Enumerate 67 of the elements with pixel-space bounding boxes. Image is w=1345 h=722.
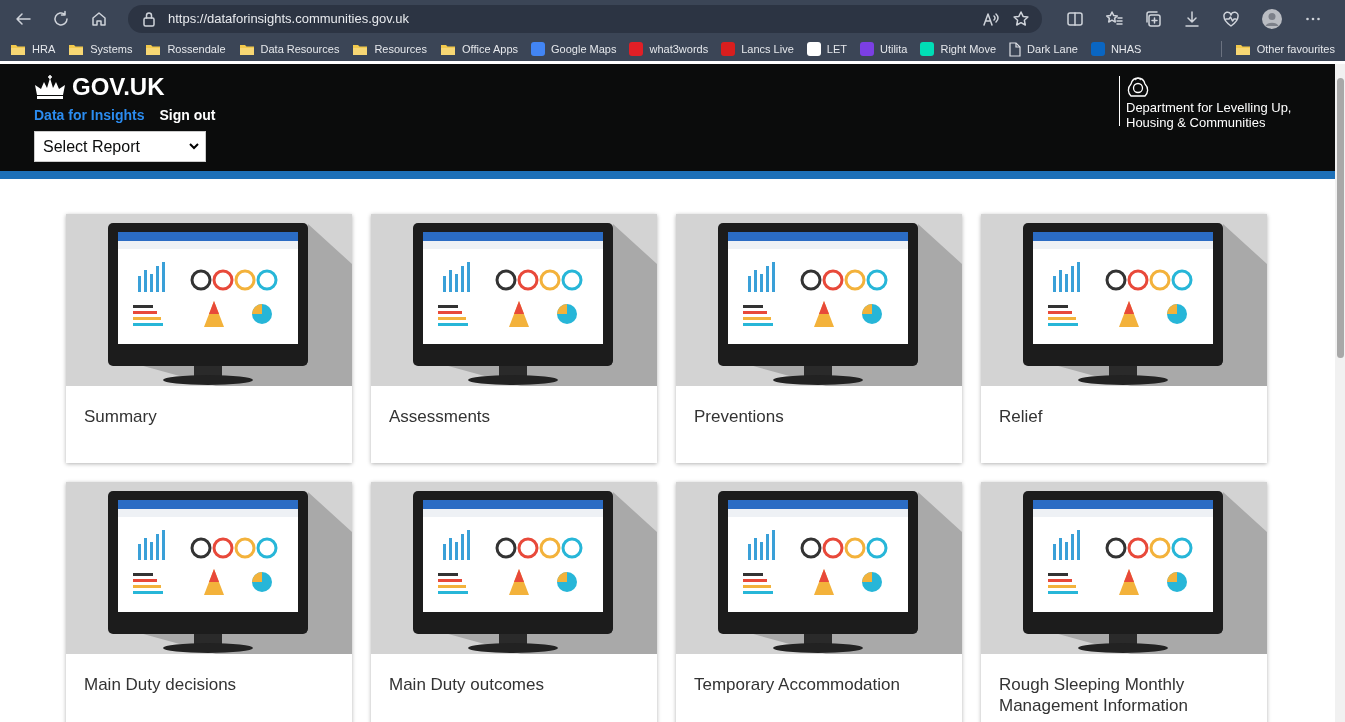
bookmark-link[interactable]: Resources — [352, 42, 427, 56]
report-card[interactable]: Main Duty outcomes — [371, 482, 657, 722]
card-title: Preventions — [693, 406, 785, 427]
bookmark-link[interactable]: Lancs Live — [721, 42, 794, 56]
card-title: Rough Sleeping Monthly Management Information — [998, 674, 1189, 716]
bookmark-link[interactable]: Data Resources — [238, 42, 340, 56]
report-card[interactable]: Relief — [981, 214, 1267, 463]
bookmark-link[interactable]: Google Maps — [531, 42, 617, 56]
site-favicon-icon — [920, 42, 935, 56]
bookmark-link[interactable]: Utilita — [859, 42, 908, 56]
card-title: Summary — [83, 406, 158, 427]
folder-icon — [1234, 42, 1251, 56]
bookmark-link[interactable]: Right Move — [920, 42, 997, 56]
bookmark-link[interactable]: Office Apps — [439, 42, 519, 56]
report-card[interactable]: Assessments — [371, 214, 657, 463]
bookmark-link[interactable]: what3words — [629, 42, 709, 56]
bookmark-link[interactable]: Other favourites — [1234, 42, 1335, 56]
card-title: Main Duty outcomes — [388, 674, 545, 695]
star-icon[interactable] — [1012, 9, 1030, 28]
site-favicon-icon — [859, 42, 874, 56]
folder-icon — [68, 42, 85, 56]
report-card[interactable]: Rough Sleeping Monthly Management Information — [981, 482, 1267, 722]
report-select[interactable]: Select Report — [34, 131, 206, 162]
govuk-logo-link[interactable]: GOV.UK — [34, 73, 165, 101]
report-card[interactable]: Summary — [66, 214, 352, 463]
card-title: Relief — [998, 406, 1044, 427]
home-icon[interactable] — [90, 9, 108, 28]
lock-icon — [142, 10, 156, 27]
site-favicon-icon — [531, 42, 546, 56]
card-title: Assessments — [388, 406, 492, 427]
folder-icon — [145, 42, 162, 56]
bookmark-link[interactable]: Dark Lane — [1009, 41, 1078, 57]
site-favicon-icon — [721, 42, 736, 56]
bookmark-link[interactable]: Systems — [68, 42, 133, 56]
crown-icon — [34, 75, 66, 99]
scrollbar-thumb[interactable] — [1337, 78, 1344, 358]
read-aloud-icon[interactable] — [982, 10, 1000, 27]
sign-out-link[interactable]: Sign out — [159, 107, 216, 123]
refresh-icon[interactable] — [52, 9, 70, 28]
address-bar[interactable]: https://dataforinsights.communities.gov.uk — [128, 4, 1042, 33]
folder-icon — [238, 42, 255, 56]
folder-icon — [439, 42, 456, 56]
report-card[interactable]: Preventions — [676, 214, 962, 463]
profile-avatar-icon[interactable] — [1261, 7, 1283, 30]
report-card[interactable]: Temporary Accommodation — [676, 482, 962, 722]
scrollbar[interactable] — [1335, 64, 1345, 722]
bookmark-link[interactable]: Rossendale — [145, 42, 226, 56]
card-title: Main Duty decisions — [83, 674, 238, 695]
department-name: Department for Levelling Up, Housing & Communities — [1126, 100, 1293, 130]
download-icon[interactable] — [1183, 9, 1201, 28]
favourites-icon[interactable] — [1105, 9, 1123, 28]
folder-icon — [352, 42, 369, 56]
card-title: Temporary Accommodation — [693, 674, 901, 695]
heartbeat-icon[interactable] — [1222, 9, 1240, 28]
site-favicon-icon — [629, 42, 644, 56]
bookmark-link[interactable]: LET — [806, 42, 847, 56]
service-name-link[interactable]: Data for Insights — [34, 107, 145, 123]
site-favicon-icon — [806, 42, 821, 56]
bookmark-link[interactable]: HRA — [10, 42, 56, 56]
site-favicon-icon — [1090, 42, 1105, 56]
page-icon — [1009, 41, 1022, 57]
split-screen-icon[interactable] — [1066, 9, 1084, 28]
collections-icon[interactable] — [1144, 9, 1162, 28]
folder-icon — [10, 42, 26, 56]
chevron-down-icon — [189, 143, 199, 150]
bookmark-link[interactable]: NHAS — [1090, 42, 1142, 56]
report-card[interactable]: Main Duty decisions — [66, 482, 352, 722]
